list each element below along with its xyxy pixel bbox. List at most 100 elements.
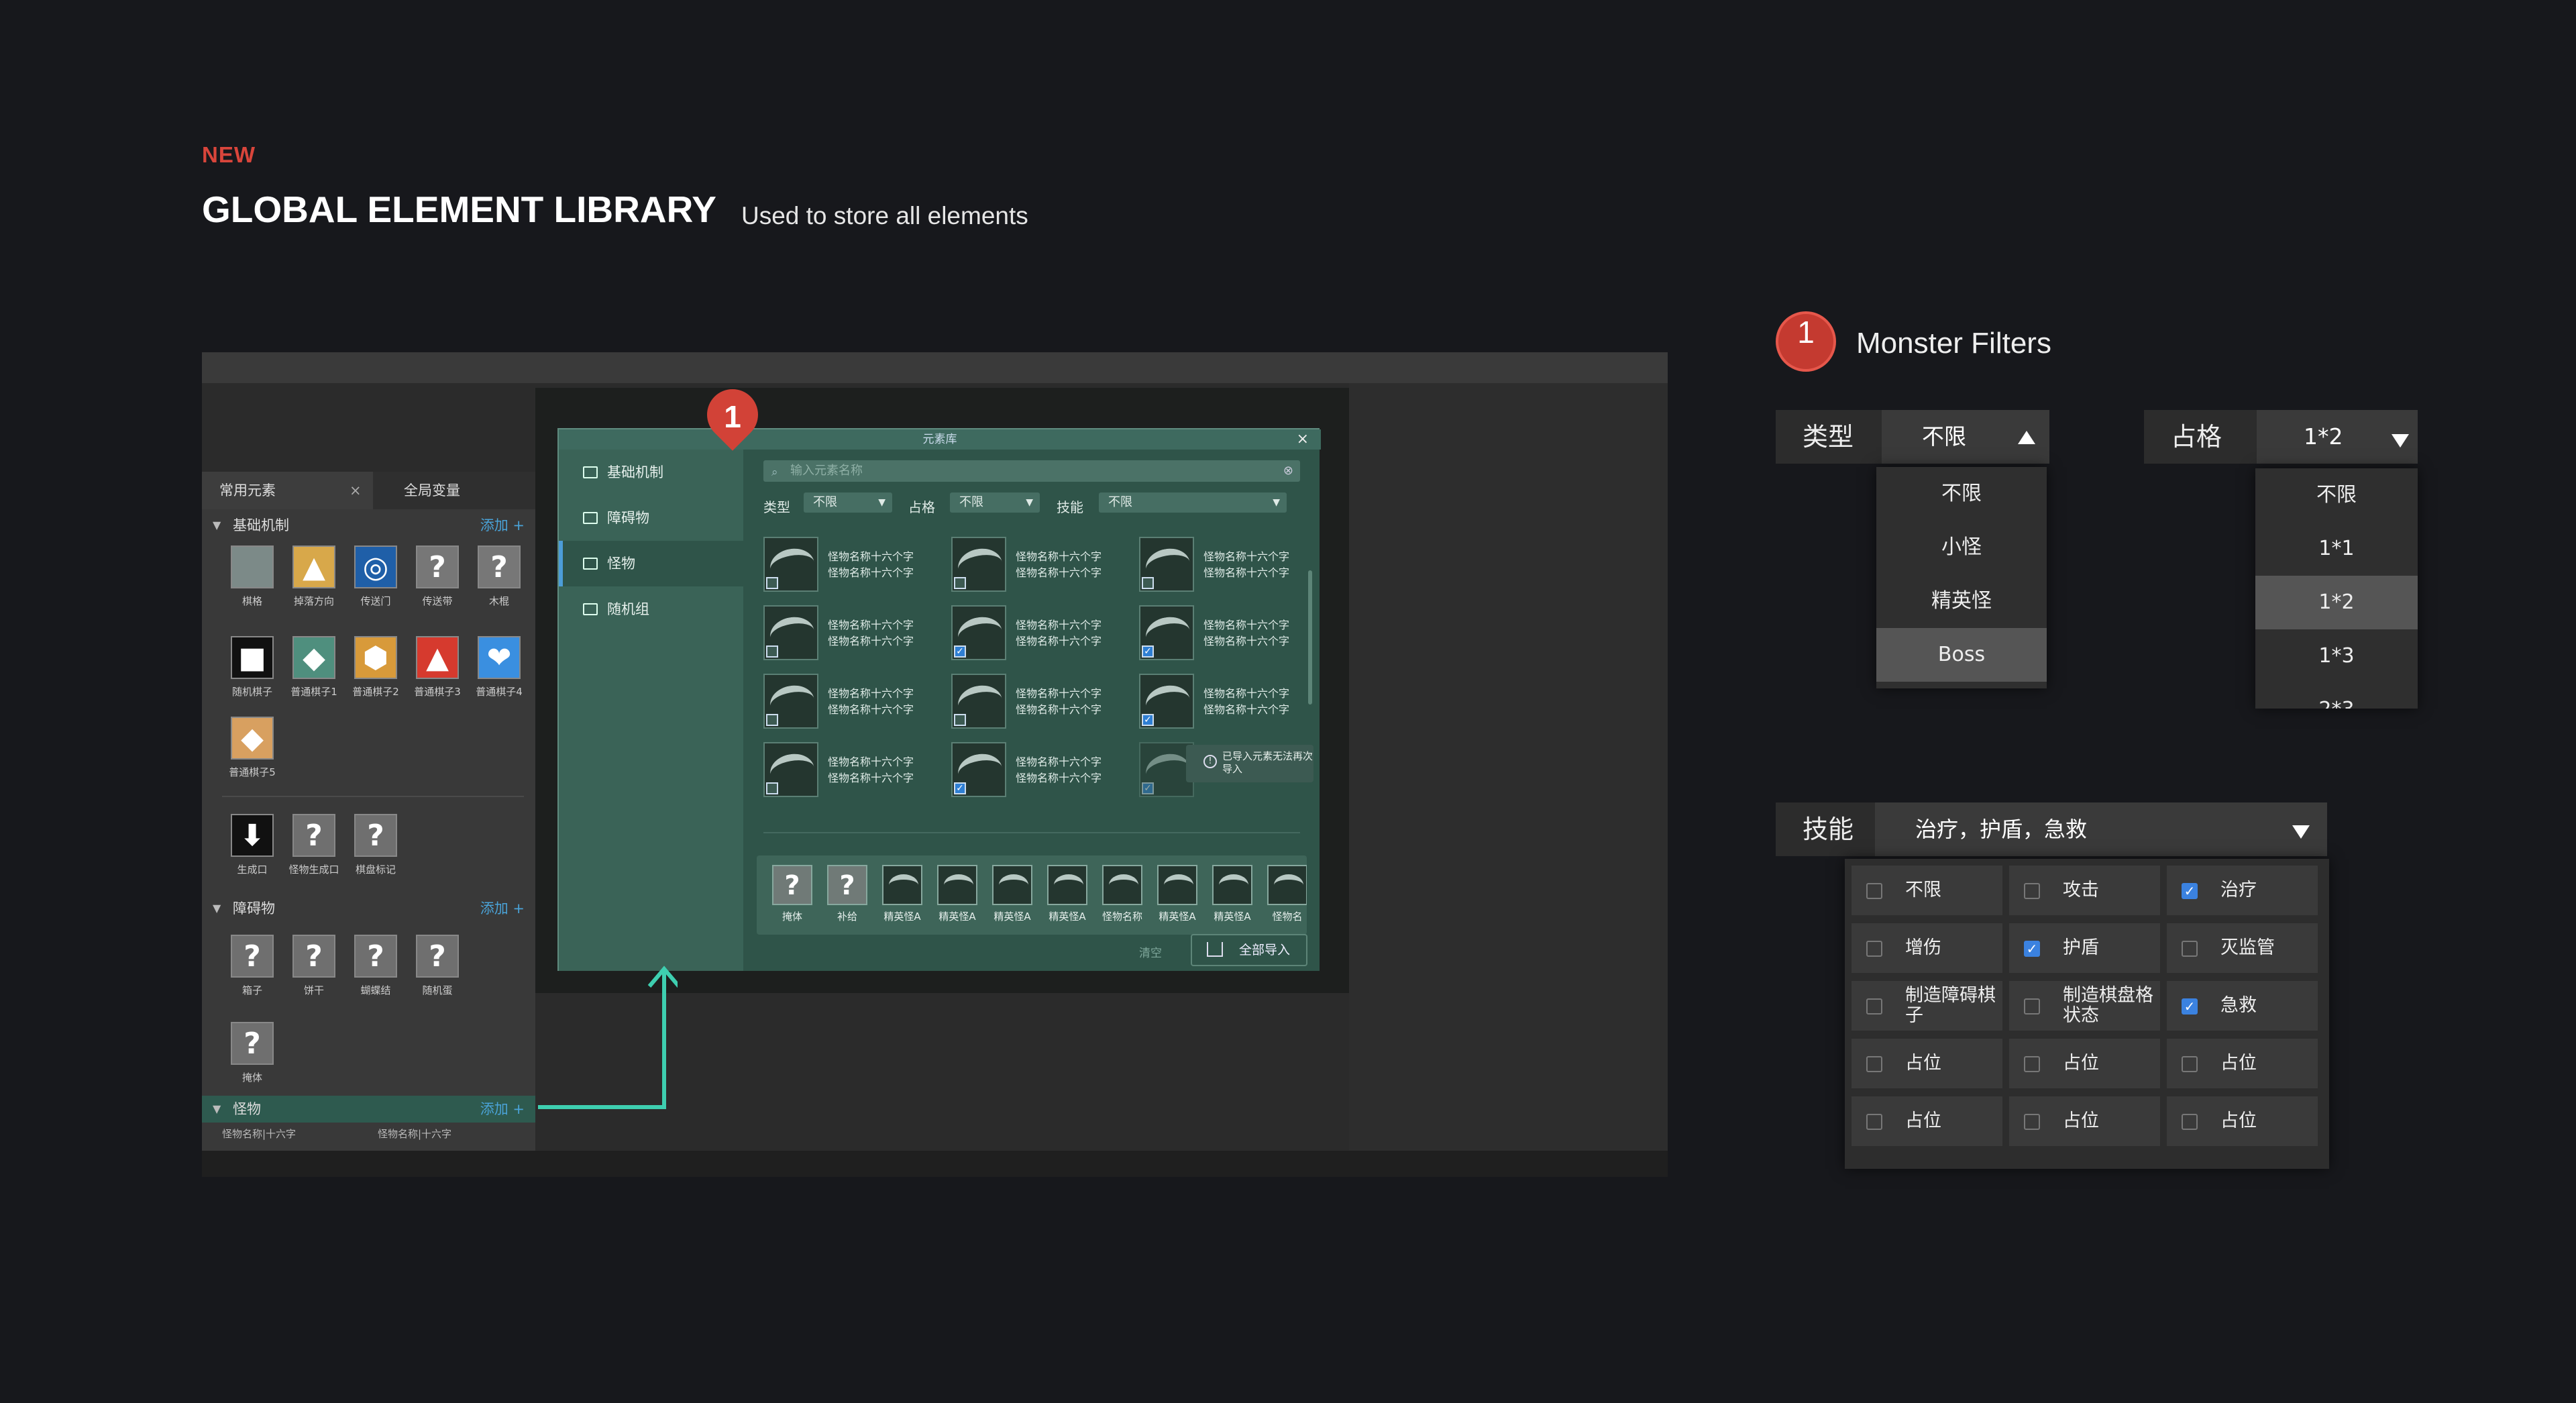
skill-filter-select[interactable]: 治疗，护盾，急救 [1875,802,2327,856]
element-tile[interactable]: ◆ 普通棋子1 [284,636,344,710]
checkbox-icon[interactable]: ✓ [2024,941,2040,957]
section-obstacle[interactable]: ▼ 障碍物 添加 + [202,895,535,922]
add-button[interactable]: 添加 + [480,512,525,539]
size-option-selected[interactable]: 1*2 [2255,576,2418,629]
tray-item[interactable]: 精英怪A [931,865,983,932]
size-option[interactable]: 1*3 [2255,629,2418,683]
clear-button[interactable]: 清空 [1139,943,1162,960]
tray-item[interactable]: 精英怪A [1041,865,1093,932]
element-tile[interactable]: ? 棋盘标记 [345,814,406,888]
element-tile[interactable]: ■ 随机棋子 [222,636,282,710]
add-button[interactable]: 添加 + [480,1096,525,1123]
monster-item[interactable]: 怪物名称十六个字 怪物名称十六个字 [763,531,945,594]
element-tile[interactable]: ⬇ 生成口 [222,814,282,888]
type-option-selected[interactable]: Boss [1876,628,2047,682]
category-monster[interactable]: 怪物 [559,541,743,586]
search-input[interactable]: ⌕ 输入元素名称 ⊗ [763,460,1300,482]
checkbox-icon[interactable] [766,714,778,726]
skill-option[interactable]: 增伤 [1851,923,2002,973]
checkbox-icon[interactable] [1866,883,1882,899]
skill-option[interactable]: 不限 [1851,866,2002,915]
size-option[interactable]: 不限 [2255,468,2418,522]
tab-common-elements[interactable]: 常用元素 × [202,472,373,509]
monster-item[interactable]: 怪物名称十六个字 怪物名称十六个字 [951,531,1132,594]
tray-item[interactable]: ? 掩体 [766,865,818,932]
skill-option[interactable]: ✓ 急救 [2167,981,2318,1031]
category-basic[interactable]: 基础机制 [559,450,743,495]
checkbox-icon[interactable] [1866,1114,1882,1130]
skill-option[interactable]: 占位 [2009,1039,2160,1088]
element-tile[interactable]: ⬢ 普通棋子2 [345,636,406,710]
checkbox-icon[interactable] [1866,998,1882,1015]
element-tile[interactable]: ◎ 传送门 [345,545,406,619]
monster-item[interactable]: 怪物名称十六个字 怪物名称十六个字 [763,600,945,663]
category-obstacle[interactable]: 障碍物 [559,495,743,541]
add-button[interactable]: 添加 + [480,895,525,922]
element-tile[interactable]: ◆ 普通棋子5 [222,717,282,790]
tray-item[interactable]: 精英怪A [876,865,928,932]
clear-icon[interactable]: ⊗ [1283,460,1293,482]
monster-item[interactable]: 怪物名称十六个字 怪物名称十六个字 [763,668,945,731]
checkbox-icon[interactable] [2182,1056,2198,1072]
type-option[interactable]: 精英怪 [1876,574,2047,628]
checkbox-icon[interactable] [2024,883,2040,899]
obstacle-tile[interactable]: ? 箱子 [222,935,282,1008]
type-option[interactable]: 不限 [1876,467,2047,521]
tab-global-vars[interactable]: 全局变量 [386,472,460,509]
checkbox-icon[interactable]: ✓ [1142,645,1154,658]
checkbox-icon[interactable] [954,577,966,589]
size-option[interactable]: 1*1 [2255,522,2418,576]
filter-type-select[interactable]: 不限 ▼ [804,492,892,513]
element-tile[interactable]: ? 木棍 [469,545,529,619]
skill-option[interactable]: 占位 [1851,1096,2002,1146]
tray-item[interactable]: 精英怪A [1206,865,1258,932]
checkbox-icon[interactable] [1866,1056,1882,1072]
monster-item[interactable]: ✓ 怪物名称十六个字 怪物名称十六个字 [951,737,1132,800]
skill-option[interactable]: 占位 [1851,1039,2002,1088]
checkbox-icon[interactable]: ✓ [2182,998,2198,1015]
scrollbar[interactable] [1308,570,1312,705]
checkbox-icon[interactable]: ✓ [1142,714,1154,726]
skill-option[interactable]: ✓ 治疗 [2167,866,2318,915]
obstacle-tile[interactable]: ? 掩体 [222,1022,282,1096]
checkbox-icon[interactable] [2182,1114,2198,1130]
checkbox-icon[interactable] [954,714,966,726]
type-option[interactable]: 小怪 [1876,521,2047,574]
skill-option[interactable]: ✓ 护盾 [2009,923,2160,973]
section-monster[interactable]: ▼ 怪物 添加 + [202,1096,535,1123]
element-tile[interactable]: 棋格 [222,545,282,619]
skill-option[interactable]: 灭监管 [2167,923,2318,973]
checkbox-icon[interactable] [2024,1114,2040,1130]
skill-option[interactable]: 占位 [2009,1096,2160,1146]
close-icon[interactable]: × [1297,429,1309,450]
checkbox-icon[interactable] [1142,577,1154,589]
checkbox-icon[interactable] [766,577,778,589]
checkbox-icon[interactable] [2182,941,2198,957]
skill-option[interactable]: 占位 [2167,1039,2318,1088]
filter-size-select[interactable]: 不限 ▼ [950,492,1040,513]
import-all-button[interactable]: 全部导入 [1191,934,1307,966]
obstacle-tile[interactable]: ? 饼干 [284,935,344,1008]
element-tile[interactable]: ❤ 普通棋子4 [469,636,529,710]
tray-item[interactable]: 怪物名称 [1096,865,1148,932]
tray-item[interactable]: 精英怪A [1151,865,1203,932]
element-tile[interactable]: ? 怪物生成口 [284,814,344,888]
monster-item[interactable]: ✓ 怪物名称十六个字 怪物名称十六个字 [1139,668,1313,731]
monster-item[interactable]: ✓ 怪物名称十六个字 怪物名称十六个字 [951,600,1132,663]
checkbox-icon[interactable] [2024,1056,2040,1072]
checkbox-icon[interactable] [2024,998,2040,1015]
checkbox-icon[interactable] [766,645,778,658]
checkbox-icon[interactable]: ✓ [2182,883,2198,899]
monster-item[interactable]: 怪物名称十六个字 怪物名称十六个字 [763,737,945,800]
size-option[interactable]: 2*3 [2255,683,2418,709]
tray-item[interactable]: ? 补给 [821,865,873,932]
checkbox-icon[interactable]: ✓ [954,782,966,794]
obstacle-tile[interactable]: ? 蝴蝶结 [345,935,406,1008]
skill-option[interactable]: 制造棋盘格状态 [2009,981,2160,1031]
category-random-group[interactable]: 随机组 [559,586,743,632]
skill-option[interactable]: 攻击 [2009,866,2160,915]
tray-item[interactable]: 精英怪A [986,865,1038,932]
tray-item[interactable]: 怪物名 [1261,865,1307,932]
skill-option[interactable]: 制造障碍棋子 [1851,981,2002,1031]
element-tile[interactable]: ▲ 掉落方向 [284,545,344,619]
